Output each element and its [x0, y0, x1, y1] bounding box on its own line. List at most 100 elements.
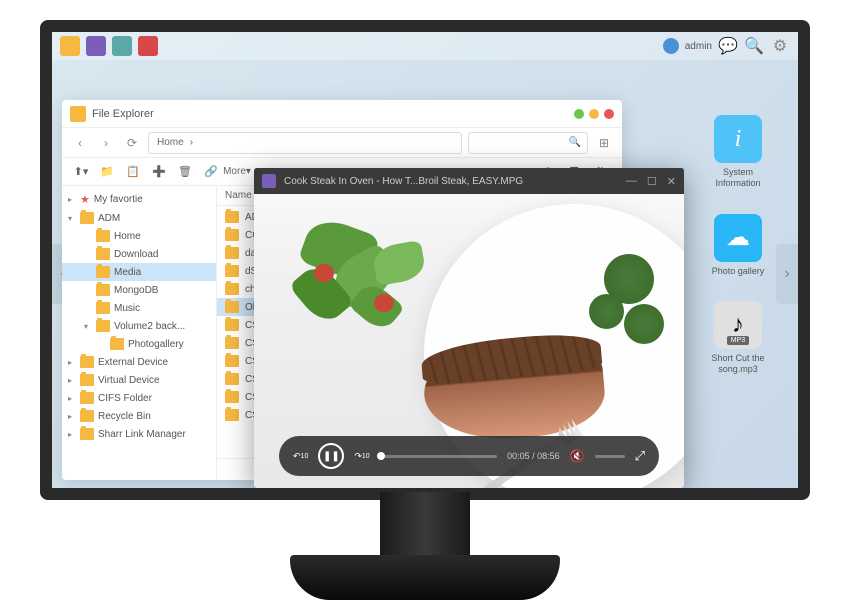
tree-item[interactable]: Home — [62, 227, 216, 245]
progress-bar[interactable] — [380, 455, 497, 458]
skip-forward-button[interactable]: ↷10 — [354, 451, 369, 462]
tree-item[interactable]: ▸ Recycle Bin — [62, 407, 216, 425]
tree-item[interactable]: MongoDB — [62, 281, 216, 299]
folder-icon — [80, 392, 94, 404]
breadcrumb[interactable]: Home › — [148, 132, 462, 154]
desktop-icon-system-info[interactable]: i System Information — [708, 115, 768, 189]
tree-item[interactable]: ▸ External Device — [62, 353, 216, 371]
file-explorer-titlebar[interactable]: File Explorer — [62, 100, 622, 128]
taskbar-search-icon[interactable]: 🔍 — [744, 36, 764, 56]
tree-item-label: Virtual Device — [98, 375, 160, 386]
tree-item-label: Recycle Bin — [98, 411, 151, 422]
folder-icon — [225, 373, 239, 385]
volume-slider[interactable] — [595, 455, 625, 458]
tree-toggle-icon[interactable]: ▸ — [68, 195, 76, 204]
taskbar-app-music[interactable] — [138, 36, 158, 56]
desktop-icon-mp3-file[interactable]: ♪ Short Cut the song.mp3 — [708, 301, 768, 375]
taskbar-messages-icon[interactable]: 💬 — [718, 36, 738, 56]
tree-item-label: Photogallery — [128, 339, 184, 350]
tree-toggle-icon[interactable]: ▸ — [68, 376, 76, 385]
nav-back-button[interactable]: ‹ — [70, 133, 90, 153]
delete-button[interactable]: 🗑 — [174, 162, 196, 182]
tree-item[interactable]: Download — [62, 245, 216, 263]
volume-icon[interactable]: 🔇 — [570, 449, 585, 463]
tree-toggle-icon[interactable]: ▸ — [68, 358, 76, 367]
folder-icon — [225, 211, 239, 223]
tree-item[interactable]: ▸ CIFS Folder — [62, 389, 216, 407]
skip-back-button[interactable]: ↶10 — [293, 451, 308, 462]
nav-refresh-button[interactable]: ⟳ — [122, 133, 142, 153]
taskbar-app-video[interactable] — [86, 36, 106, 56]
user-label: admin — [685, 41, 712, 52]
tree-toggle-icon[interactable]: ▸ — [68, 412, 76, 421]
tree-item[interactable]: ▾Volume2 back... — [62, 317, 216, 335]
share-button[interactable]: 🔗 — [200, 162, 222, 182]
more-button[interactable]: More ▾ — [226, 162, 248, 182]
grid-view-button[interactable]: ⊞ — [594, 133, 614, 153]
tree-item-label: CIFS Folder — [98, 393, 152, 404]
tree-toggle-icon[interactable]: ▸ — [68, 430, 76, 439]
upload-button[interactable]: ⬆▾ — [70, 162, 92, 182]
add-button[interactable]: ➕ — [148, 162, 170, 182]
minimize-button[interactable] — [574, 109, 584, 119]
tree-item-label: External Device — [98, 357, 168, 368]
folder-icon — [96, 320, 110, 332]
tree-item[interactable]: Music — [62, 299, 216, 317]
fullscreen-button[interactable]: ⤢ — [635, 448, 645, 464]
progress-thumb[interactable] — [377, 452, 385, 460]
folder-icon — [225, 337, 239, 349]
taskbar-settings-icon[interactable]: ⚙ — [770, 36, 790, 56]
folder-icon — [96, 248, 110, 260]
video-player-window: Cook Steak In Oven - How T...Broil Steak… — [254, 168, 684, 488]
tree-item[interactable]: Media — [62, 263, 216, 281]
copy-button[interactable]: 📋 — [122, 162, 144, 182]
desktop-icon-label: System Information — [708, 167, 768, 189]
close-button[interactable]: ✕ — [667, 175, 676, 188]
desktop-nav-right[interactable]: › — [776, 244, 798, 304]
tree-item-label: Download — [114, 249, 158, 260]
folder-icon — [225, 391, 239, 403]
monitor-bezel: admin 💬 🔍 ⚙ ‹ › i System Information ☁ P… — [40, 20, 810, 500]
tree-toggle-icon[interactable]: ▸ — [68, 394, 76, 403]
new-folder-button[interactable]: 📁 — [96, 162, 118, 182]
tree-item-label: Media — [114, 267, 141, 278]
tree-item[interactable]: Photogallery — [62, 335, 216, 353]
maximize-button[interactable]: ☐ — [647, 175, 657, 188]
folder-icon — [110, 338, 124, 350]
folder-icon — [225, 265, 239, 277]
taskbar-app-photos[interactable] — [112, 36, 132, 56]
taskbar-user[interactable]: admin — [663, 38, 712, 54]
folder-icon — [96, 302, 110, 314]
video-player-titlebar[interactable]: Cook Steak In Oven - How T...Broil Steak… — [254, 168, 684, 194]
info-icon: i — [714, 115, 762, 163]
tree-item[interactable]: ▸ Virtual Device — [62, 371, 216, 389]
tree-toggle-icon[interactable]: ▾ — [84, 322, 92, 331]
star-icon: ★ — [80, 193, 90, 206]
desktop-icon-label: Short Cut the song.mp3 — [708, 353, 768, 375]
taskbar: admin 💬 🔍 ⚙ — [52, 32, 798, 60]
maximize-button[interactable] — [589, 109, 599, 119]
folder-icon — [80, 374, 94, 386]
user-avatar-icon — [663, 38, 679, 54]
tree-item[interactable]: ▾ ADM — [62, 209, 216, 227]
search-input[interactable]: 🔍 — [468, 132, 588, 154]
folder-icon — [96, 266, 110, 278]
minimize-button[interactable]: — — [626, 175, 637, 188]
mp3-file-icon: ♪ — [714, 301, 762, 349]
folder-icon — [80, 356, 94, 368]
tree-item[interactable]: ▸Sharr Link Manager — [62, 425, 216, 443]
tree-toggle-icon[interactable]: ▾ — [68, 214, 76, 223]
folder-icon — [96, 284, 110, 296]
folder-icon — [80, 428, 94, 440]
time-display: 00:05 / 08:56 — [507, 451, 560, 461]
taskbar-app-file-explorer[interactable] — [60, 36, 80, 56]
nav-forward-button[interactable]: › — [96, 133, 116, 153]
pause-button[interactable]: ❚❚ — [318, 443, 344, 469]
desktop-icons: i System Information ☁ Photo gallery ♪ S… — [708, 115, 768, 375]
folder-icon — [225, 283, 239, 295]
video-viewport[interactable]: ↶10 ❚❚ ↷10 00:05 / 08:56 🔇 ⤢ — [254, 194, 684, 488]
tree-item-label: ADM — [98, 213, 120, 224]
tree-item[interactable]: ▸★My favortie — [62, 190, 216, 209]
desktop-icon-photo-gallery[interactable]: ☁ Photo gallery — [708, 214, 768, 277]
close-button[interactable] — [604, 109, 614, 119]
